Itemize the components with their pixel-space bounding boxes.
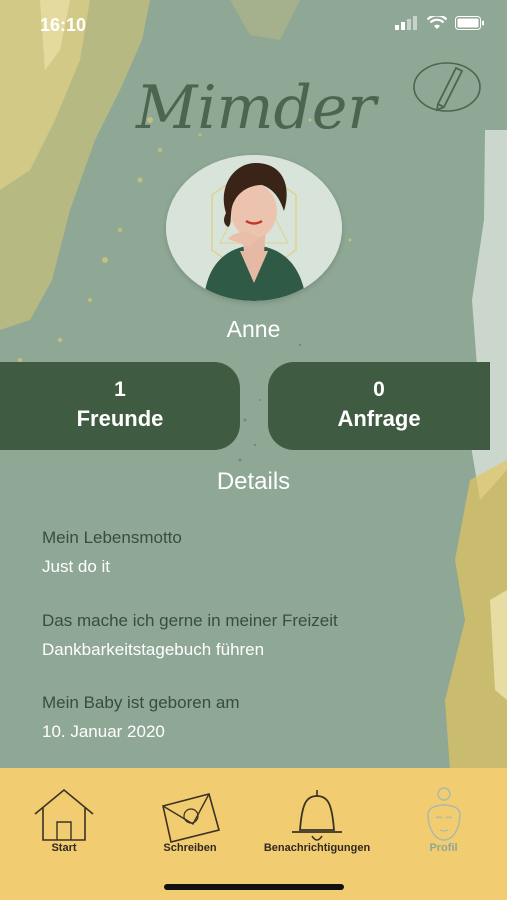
requests-label: Anfrage bbox=[337, 406, 421, 431]
detail-answer: 10. Januar 2020 bbox=[42, 722, 165, 741]
requests-button[interactable]: 0 Anfrage bbox=[268, 362, 490, 450]
bell-icon bbox=[292, 790, 342, 841]
detail-item: Mein Lebensmotto Just do it bbox=[42, 528, 182, 577]
user-name: Anne bbox=[226, 316, 281, 342]
tab-schreiben[interactable]: Schreiben bbox=[140, 768, 240, 868]
detail-answer: Just do it bbox=[42, 557, 111, 576]
wifi-icon bbox=[427, 16, 447, 29]
friends-label: Freunde bbox=[76, 406, 164, 431]
status-icons bbox=[395, 16, 485, 30]
detail-question: Mein Lebensmotto bbox=[42, 528, 182, 547]
details-heading: Details bbox=[216, 468, 291, 495]
detail-item: Mein Baby ist geboren am 10. Januar 2020 bbox=[42, 693, 240, 742]
tab-benachrichtigungen[interactable]: Benachrichtigungen bbox=[252, 768, 382, 868]
profile-face-icon bbox=[426, 787, 461, 841]
battery-icon bbox=[455, 16, 484, 30]
edit-profile-button[interactable] bbox=[412, 60, 482, 114]
tab-label: Profil bbox=[429, 842, 458, 854]
logo-text: Mimder bbox=[135, 73, 379, 143]
detail-answer: Dankbarkeitstagebuch führen bbox=[42, 640, 265, 659]
tab-profil[interactable]: Profil bbox=[396, 768, 491, 868]
home-indicator[interactable] bbox=[164, 884, 344, 890]
tab-label: Start bbox=[51, 842, 77, 854]
friends-button[interactable]: 1 Freunde bbox=[0, 362, 240, 450]
app-logo: Mimder bbox=[135, 73, 379, 143]
requests-count: 0 bbox=[373, 378, 385, 401]
friends-count: 1 bbox=[114, 378, 126, 401]
tab-label: Schreiben bbox=[163, 842, 217, 854]
status-time: 16:10 bbox=[40, 15, 87, 35]
house-icon bbox=[34, 788, 94, 841]
detail-item: Das mache ich gerne in meiner Freizeit D… bbox=[42, 611, 338, 660]
signal-icon bbox=[395, 16, 417, 30]
profile-avatar bbox=[166, 155, 342, 301]
bottom-tab-bar: Start Schreiben Benachrichtigungen Profi… bbox=[0, 768, 507, 900]
detail-question: Mein Baby ist geboren am bbox=[42, 693, 240, 712]
tab-start[interactable]: Start bbox=[14, 768, 114, 868]
detail-question: Das mache ich gerne in meiner Freizeit bbox=[42, 611, 338, 630]
envelope-icon bbox=[162, 793, 220, 843]
pencil-icon bbox=[435, 66, 464, 112]
tab-label: Benachrichtigungen bbox=[263, 842, 371, 854]
profile-screen: 16:10 Mimder Anne 1 Freunde 0 Anfrage De… bbox=[0, 0, 507, 900]
status-bar: 16:10 bbox=[0, 0, 507, 50]
